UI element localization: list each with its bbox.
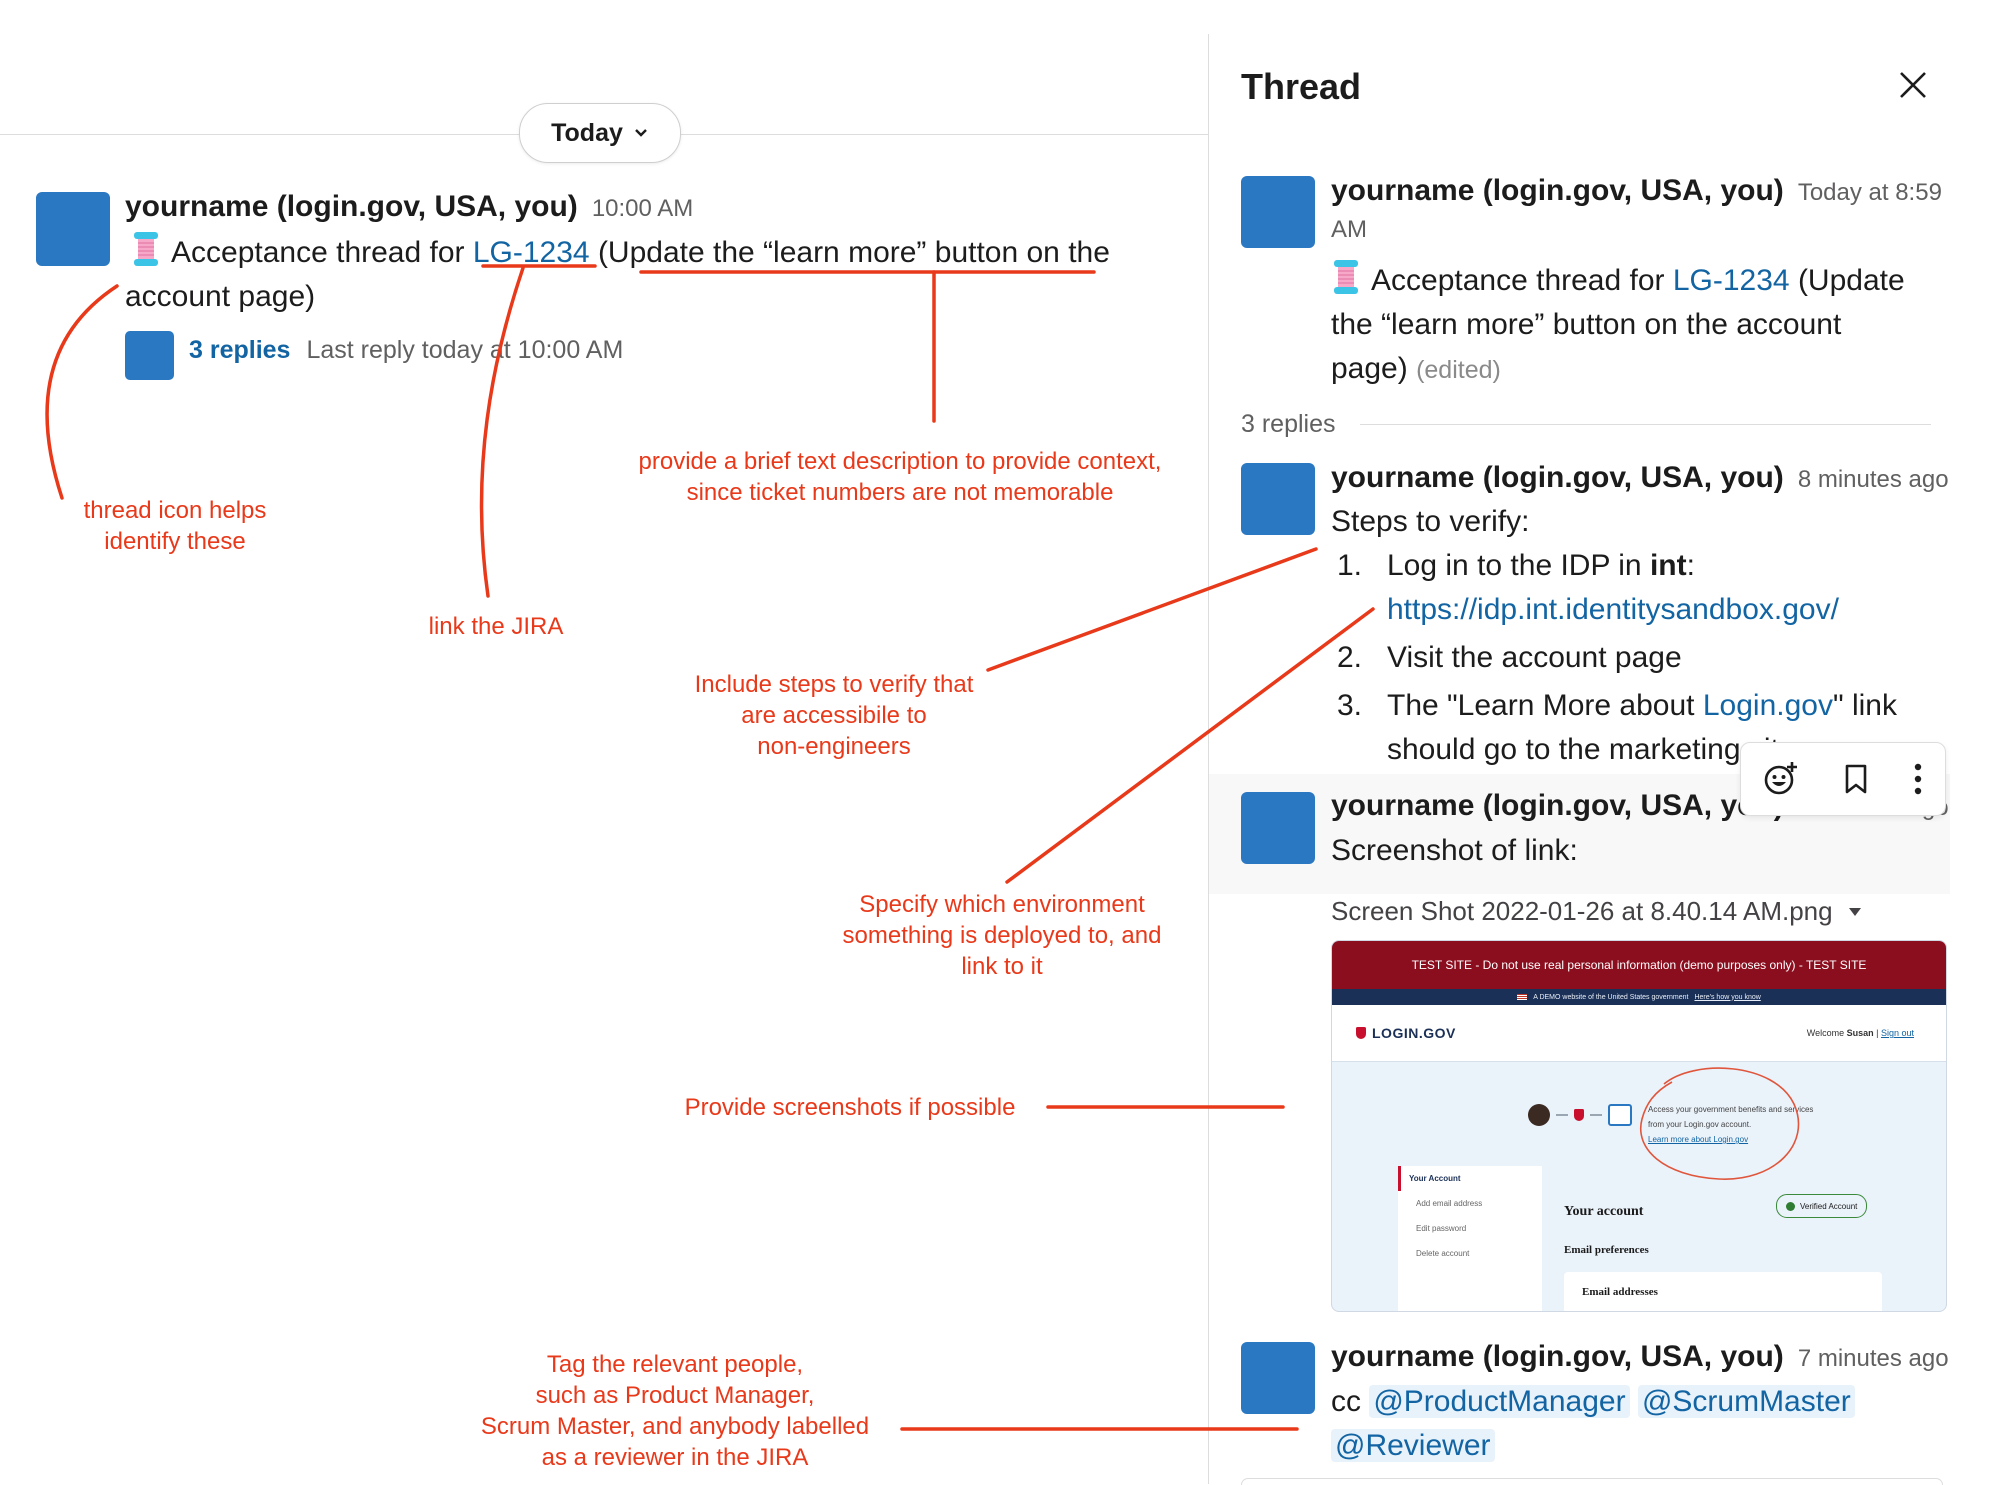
annotation-screenshots: Provide screenshots if possible	[684, 1094, 1016, 1121]
annotation-environment: Specify which environment something is de…	[842, 891, 1162, 980]
annotation-link-jira: link the JIRA	[428, 613, 564, 640]
callout-ticket-pointer	[479, 266, 525, 598]
callout-thread-icon	[45, 284, 119, 500]
callout-environment	[1005, 607, 1375, 884]
annotation-tag-people: Tag the relevant people, such as Product …	[480, 1351, 870, 1471]
annotation-description: provide a brief text description to prov…	[638, 448, 1162, 506]
callout-steps	[986, 547, 1318, 672]
annotation-thread-icon: thread icon helps identify these	[83, 497, 267, 555]
annotation-steps: Include steps to verify that are accessib…	[694, 671, 974, 760]
